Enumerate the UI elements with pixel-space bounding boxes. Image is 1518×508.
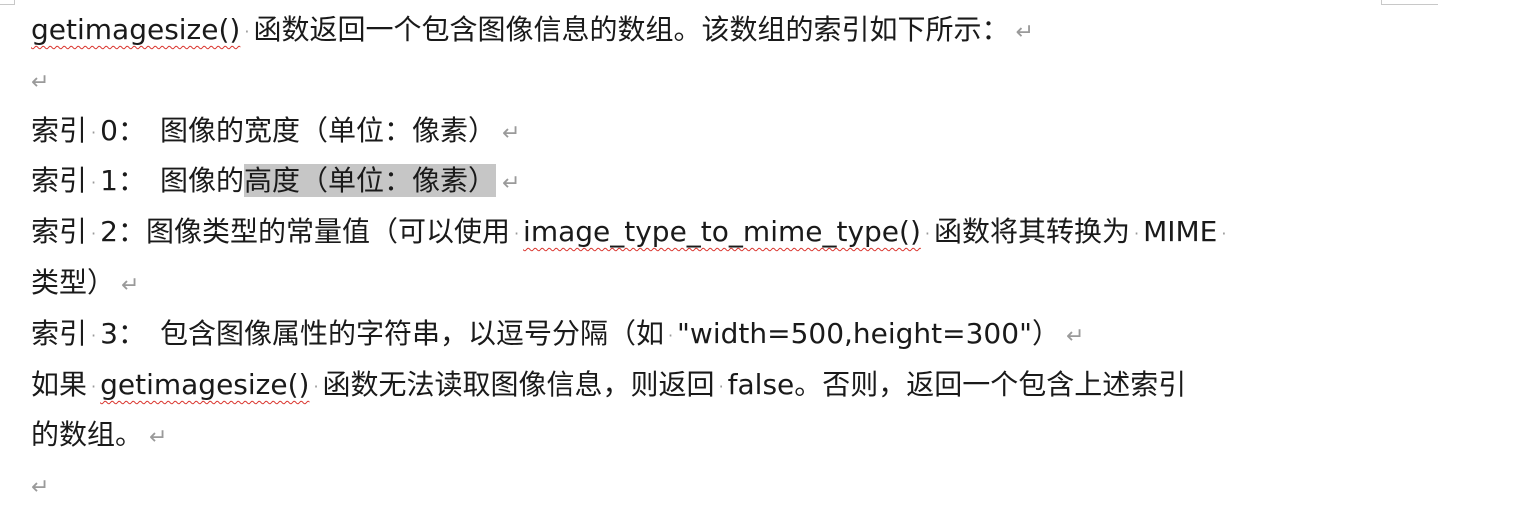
paragraph-index-2[interactable]: 索引 · 2：图像类型的常量值（可以使用 · image_type_to_mime_ty… bbox=[31, 206, 1230, 257]
paragraph-index-0[interactable]: 索引 · 0： 图像的宽度（单位：像素） ↵ bbox=[31, 105, 520, 156]
function-name-spellcheck: image_type_to_mime_type() bbox=[523, 215, 921, 248]
space-mark: · bbox=[91, 172, 97, 192]
paragraph-mark: ↵ bbox=[121, 273, 140, 298]
paragraph-mark: ↵ bbox=[31, 475, 50, 500]
paragraph-intro[interactable]: getimagesize() · 函数返回一个包含图像信息的数组。该数组的索引如下所… bbox=[31, 4, 1034, 55]
false-keyword: false bbox=[727, 368, 795, 401]
page-corner-mark-right bbox=[1381, 0, 1438, 5]
space-mark: · bbox=[513, 223, 520, 243]
index-label: 索引 bbox=[31, 114, 88, 147]
space-mark: · bbox=[244, 21, 250, 41]
paragraph-index-2-continued[interactable]: 类型） ↵ bbox=[31, 257, 139, 308]
space-mark: · bbox=[924, 223, 930, 243]
paragraph-text: 函数返回一个包含图像信息的数组。该数组的索引如下所示： bbox=[253, 13, 1010, 46]
function-name-spellcheck: getimagesize() bbox=[100, 368, 310, 401]
space-mark: · bbox=[91, 376, 97, 396]
paragraph-index-3[interactable]: 索引 · 3： 包含图像属性的字符串，以逗号分隔（如 · "width=500,heig… bbox=[31, 308, 1084, 359]
paragraph-text-middle: 函数无法读取图像信息，则返回 bbox=[322, 368, 715, 401]
empty-paragraph[interactable]: ↵ bbox=[31, 459, 49, 508]
index-label: 索引 bbox=[31, 215, 88, 248]
index-number: 2： bbox=[100, 215, 146, 248]
paragraph-mark: ↵ bbox=[1065, 324, 1085, 349]
space-mark: · bbox=[91, 223, 97, 243]
empty-paragraph[interactable]: ↵ bbox=[31, 54, 49, 105]
space-mark: · bbox=[91, 122, 97, 142]
paragraph-mark: ↵ bbox=[1015, 20, 1034, 45]
paragraph-mark: ↵ bbox=[149, 425, 168, 450]
index-label: 索引 bbox=[31, 317, 88, 350]
paragraph-text: 包含图像属性的字符串，以逗号分隔（如 bbox=[159, 317, 664, 350]
mime-term: MIME bbox=[1143, 215, 1218, 248]
space-mark: · bbox=[91, 325, 97, 345]
space-mark: · bbox=[667, 325, 674, 345]
paragraph-text: 图像类型的常量值（可以使用 bbox=[145, 215, 510, 248]
space-mark: · bbox=[313, 376, 319, 396]
paragraph-index-1[interactable]: 索引 · 1： 图像的高度（单位：像素） ↵ bbox=[31, 155, 520, 206]
index-label: 索引 bbox=[31, 164, 88, 197]
index-number: 1： bbox=[100, 164, 146, 197]
paragraph-text: 的数组。 bbox=[31, 418, 144, 451]
function-name-spellcheck: getimagesize() bbox=[31, 13, 241, 46]
page-corner-mark-left bbox=[0, 0, 15, 5]
paragraph-mark: ↵ bbox=[501, 171, 521, 196]
paragraph-return-value-continued[interactable]: 的数组。 ↵ bbox=[31, 409, 167, 460]
paragraph-mark: ↵ bbox=[31, 70, 50, 95]
paragraph-text: 图像的 bbox=[159, 164, 244, 197]
selected-text[interactable]: 高度（单位：像素） bbox=[243, 164, 496, 197]
index-number: 0： bbox=[100, 114, 146, 147]
paragraph-text: 如果 bbox=[31, 368, 88, 401]
space-mark: · bbox=[1133, 223, 1140, 243]
paragraph-text: 类型） bbox=[31, 266, 116, 299]
example-string: "width=500,height=300"） bbox=[677, 317, 1060, 350]
paragraph-mark: ↵ bbox=[501, 121, 521, 146]
index-number: 3： bbox=[100, 317, 146, 350]
paragraph-text-middle: 函数将其转换为 bbox=[933, 215, 1130, 248]
paragraph-return-value[interactable]: 如果 · getimagesize() · 函数无法读取图像信息，则返回 · false。否… bbox=[31, 359, 1186, 410]
paragraph-text: 图像的宽度（单位：像素） bbox=[159, 114, 496, 147]
paragraph-text-after: 。否则，返回一个包含上述索引 bbox=[794, 368, 1187, 401]
space-mark: · bbox=[718, 376, 724, 396]
space-mark: · bbox=[1221, 223, 1227, 243]
